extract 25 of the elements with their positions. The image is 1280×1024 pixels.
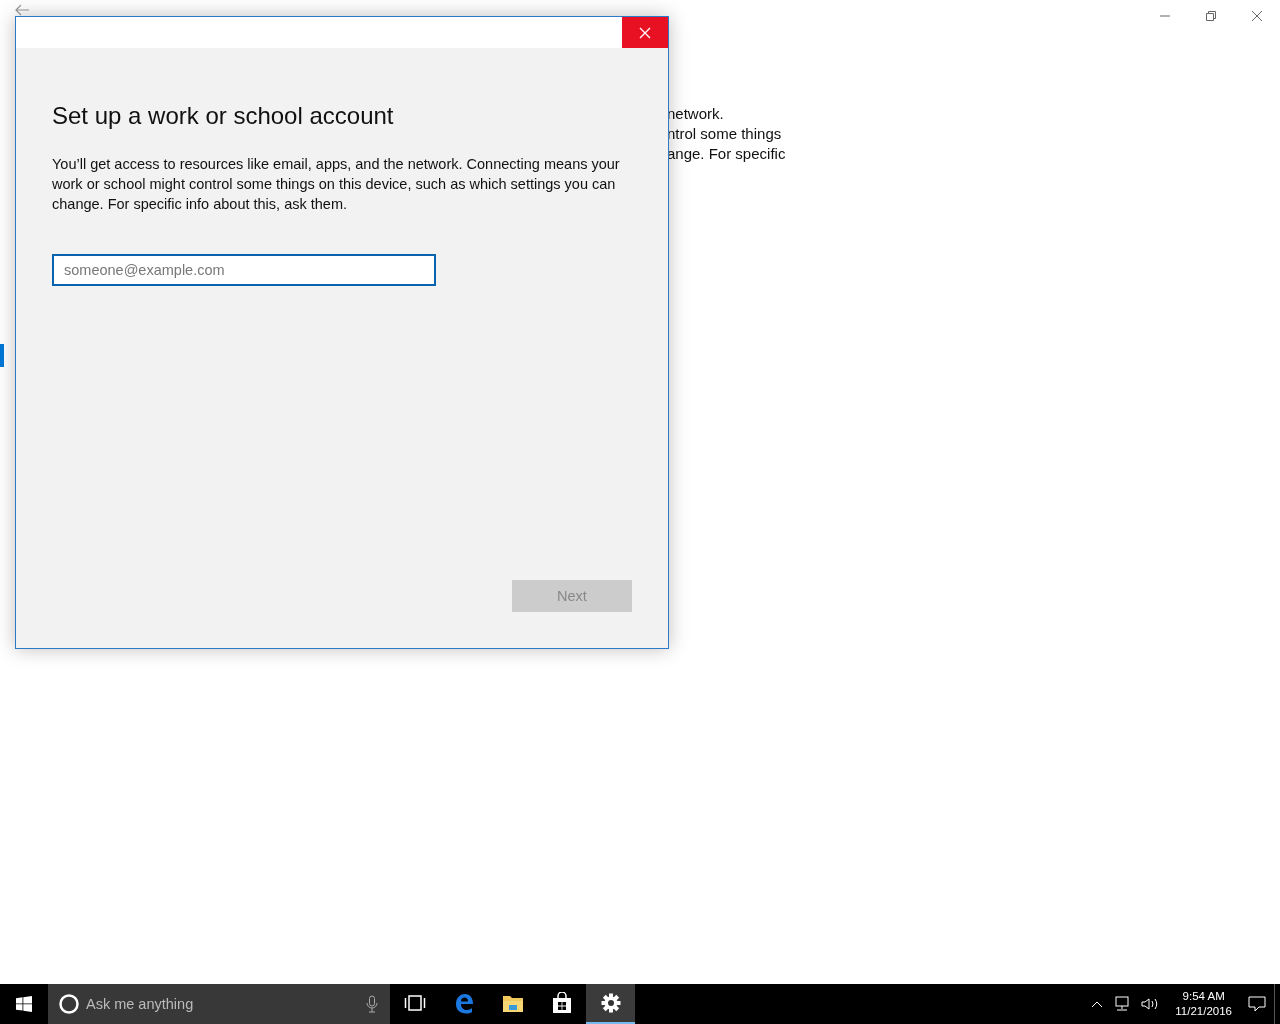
settings-taskbar-button[interactable] (586, 984, 635, 1024)
clock[interactable]: 9:54 AM 11/21/2016 (1169, 989, 1238, 1019)
volume-icon[interactable] (1141, 997, 1160, 1011)
back-arrow-icon[interactable] (14, 4, 30, 16)
search-placeholder: Ask me anything (86, 996, 195, 1012)
clock-date: 11/21/2016 (1175, 1004, 1232, 1019)
description-text: You’ll get access to resources like email, apps, and the network. Connecting means your work or school might control some things on this device, such as which settings you can change. For specific info about this, ask them. (52, 155, 621, 214)
microphone-icon[interactable] (366, 995, 378, 1013)
cortana-icon (58, 993, 80, 1015)
restore-icon (1205, 10, 1217, 22)
gear-icon (600, 993, 621, 1013)
chevron-up-icon[interactable] (1091, 1000, 1104, 1008)
clock-time: 9:54 AM (1182, 989, 1225, 1004)
folder-icon (501, 993, 524, 1013)
close-icon (639, 26, 651, 39)
email-field[interactable]: someone@example.com (52, 254, 436, 286)
close-icon (1251, 10, 1263, 22)
network-icon[interactable] (1113, 996, 1132, 1012)
task-view-icon (403, 995, 426, 1011)
dialog-heading: Set up a work or school account (52, 102, 395, 130)
windows-logo-icon (16, 996, 32, 1012)
description-text: ange. For specific (667, 144, 787, 164)
search-box[interactable]: Ask me anything (48, 984, 390, 1024)
store-icon (551, 992, 572, 1014)
notification-icon[interactable] (1248, 996, 1266, 1012)
